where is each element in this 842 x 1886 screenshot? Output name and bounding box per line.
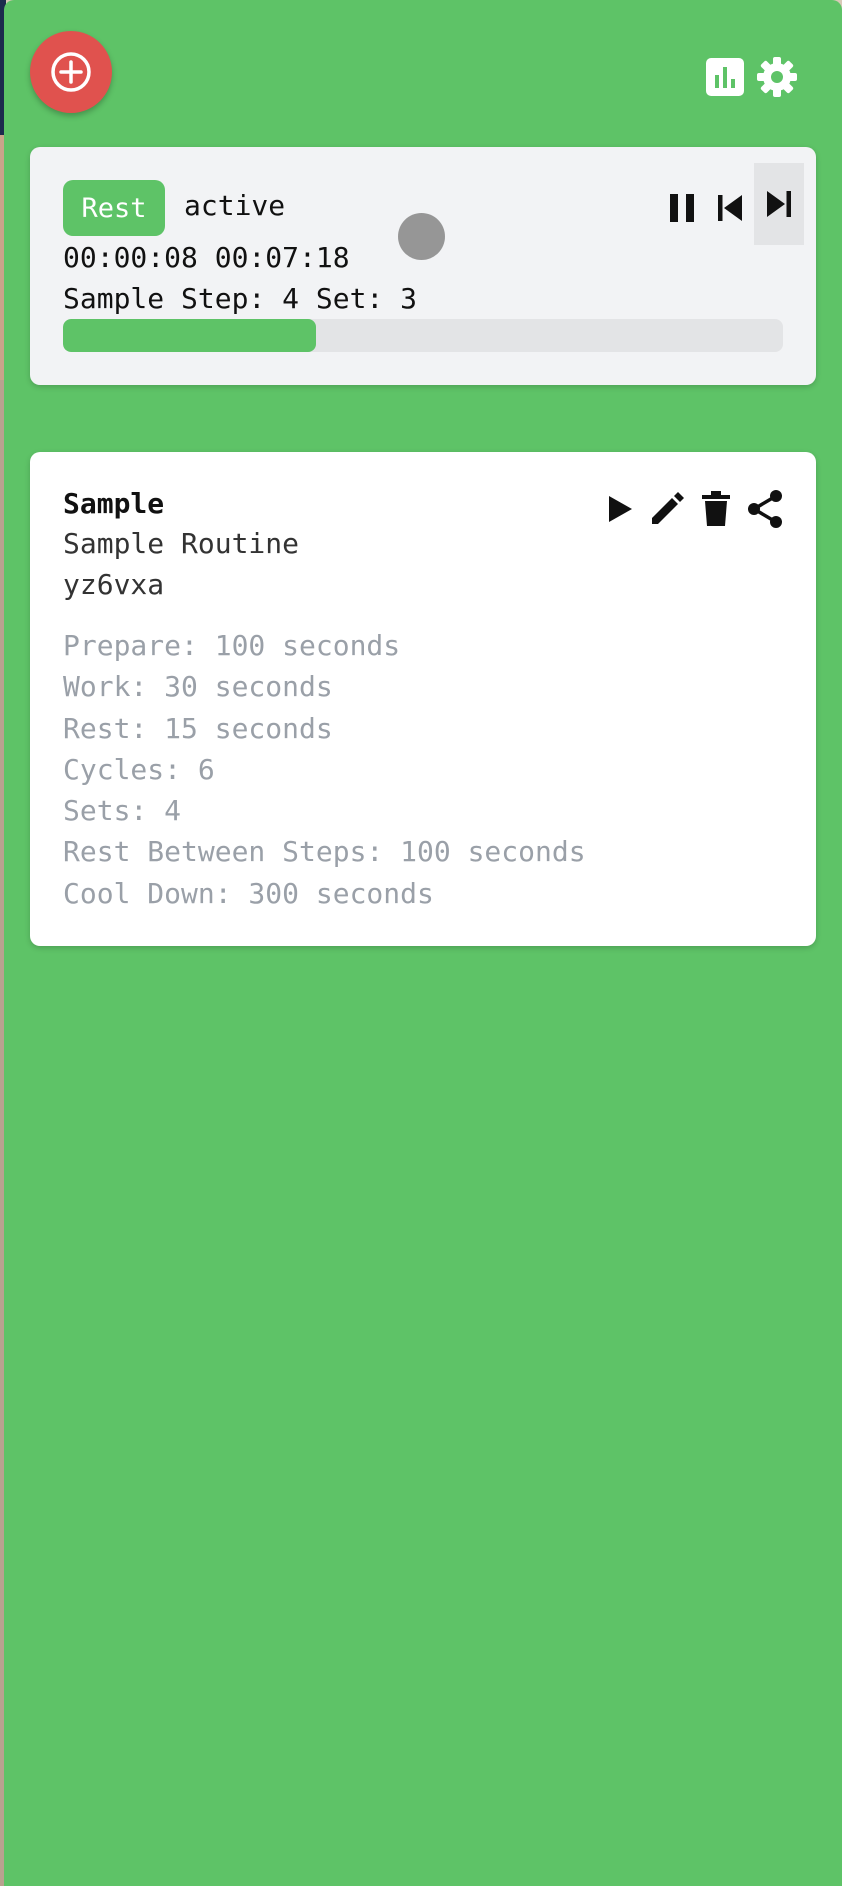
share-icon [748,490,782,528]
detail-work: Work: 30 seconds [63,670,333,704]
app-container: Rest active 00:00:08 00:07:18 Sample Ste… [4,0,842,1886]
elapsed-time: 00:00:08 [63,241,198,274]
previous-button[interactable] [706,167,754,249]
routine-code: yz6vxa [63,568,165,601]
delete-routine-button[interactable] [694,487,738,531]
detail-cool-down: Cool Down: 300 seconds [63,876,434,910]
plus-circle-icon [51,52,91,92]
add-routine-button[interactable] [30,31,112,113]
share-routine-button[interactable] [743,487,787,531]
play-routine-button[interactable] [598,487,642,531]
pause-icon [670,194,694,222]
skip-previous-icon [718,195,742,221]
routine-details: Prepare: 100 seconds Work: 30 seconds Re… [63,625,586,914]
detail-cycles: Cycles: 6 [63,752,215,786]
detail-rest: Rest: 15 seconds [63,711,333,745]
active-timer-card: Rest active 00:00:08 00:07:18 Sample Ste… [30,147,816,385]
play-icon [609,496,632,522]
next-button[interactable] [754,163,804,245]
detail-sets: Sets: 4 [63,794,182,828]
remaining-time: 00:07:18 [214,241,350,274]
detail-rest-between-steps: Rest Between Steps: 100 seconds [63,835,586,869]
progress-fill [63,319,317,352]
bar-chart-icon[interactable] [706,58,744,96]
progress-bar [63,319,783,352]
routine-description: Sample Routine [63,527,300,560]
timer-status: active [184,189,286,222]
gear-icon[interactable] [756,56,798,98]
trash-icon [702,491,730,526]
pause-button[interactable] [658,167,706,249]
routine-card: Sample Sample Routine yz6vxa Prepare: 10… [30,452,816,946]
edit-routine-button[interactable] [645,487,689,531]
timer-times: 00:00:08 00:07:18 [63,241,350,274]
touch-indicator [398,213,445,260]
pencil-icon [652,492,684,524]
detail-prepare: Prepare: 100 seconds [63,629,401,662]
routine-name: Sample [63,487,165,520]
skip-next-icon [767,191,791,217]
step-set-info: Sample Step: 4 Set: 3 [63,282,418,315]
phase-badge: Rest [63,180,165,236]
